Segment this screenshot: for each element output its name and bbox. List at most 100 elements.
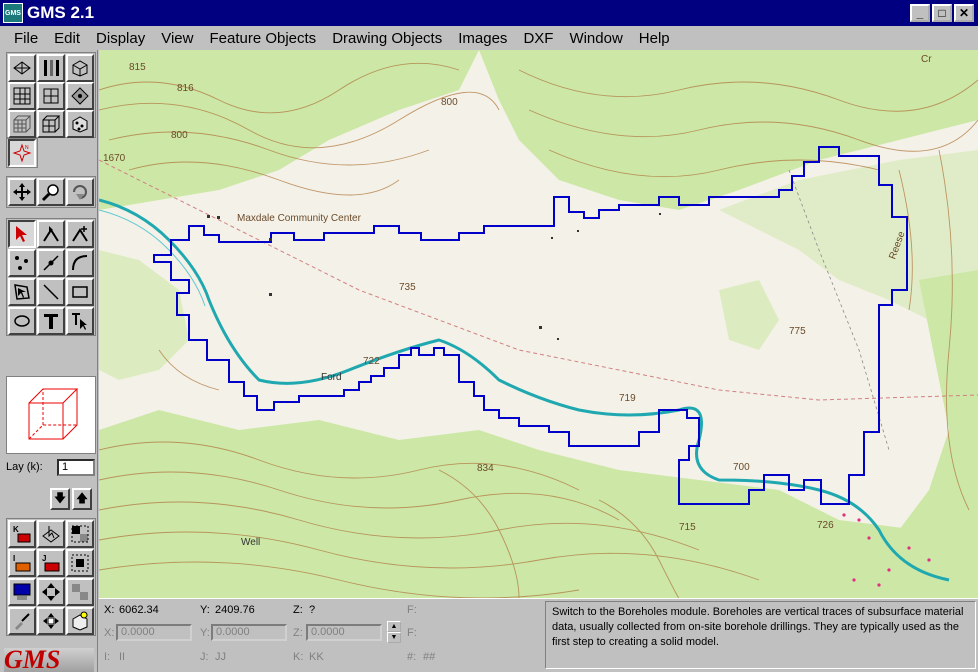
menu-display[interactable]: Display <box>88 30 153 47</box>
module-button-group <box>6 52 96 138</box>
menu-view[interactable]: View <box>153 30 201 47</box>
i-label: I: <box>104 651 111 663</box>
map-label-cr: Cr <box>921 54 932 65</box>
help-text-panel: Switch to the Boreholes module. Borehole… <box>545 601 976 669</box>
menu-dxf[interactable]: DXF <box>515 30 561 47</box>
move-four-way-icon[interactable] <box>37 607 65 635</box>
y-input[interactable]: 0.0000 <box>211 624 287 641</box>
coordinate-panel: X: 6062.34 Y: 2409.76 Z: ? F: X: 0.0000 … <box>99 599 544 672</box>
create-arc-icon[interactable] <box>66 220 94 248</box>
zoom-icon[interactable] <box>37 178 65 206</box>
layer-up-button[interactable]: 🡅 <box>72 488 92 510</box>
3d-grid-module-icon[interactable] <box>37 110 65 138</box>
maximize-button[interactable]: □ <box>932 4 952 22</box>
select-columns-icon[interactable] <box>66 549 94 577</box>
select-cell-block-icon[interactable] <box>66 520 94 548</box>
line-tool-icon[interactable] <box>37 278 65 306</box>
svg-text:I: I <box>13 554 15 563</box>
y-coord-label: Y: <box>200 604 210 616</box>
k-value: KK <box>309 651 324 663</box>
grid-tools-group: K I J <box>6 518 96 636</box>
map-label-community-center: Maxdale Community Center <box>237 213 361 224</box>
spin-up-icon[interactable]: ▲ <box>387 621 401 632</box>
x-input[interactable]: 0.0000 <box>116 624 192 641</box>
map-label-726: 726 <box>817 520 834 531</box>
menu-images[interactable]: Images <box>450 30 515 47</box>
map-label-800a: 800 <box>171 130 188 141</box>
select-grid-cells-icon[interactable] <box>37 520 65 548</box>
2d-scatter-module-icon[interactable] <box>66 82 94 110</box>
z-input-label: Z: <box>293 627 303 639</box>
window-controls: _ □ ✕ <box>910 4 974 22</box>
i-layer-icon[interactable]: I <box>8 549 36 577</box>
polygon-select-icon[interactable] <box>8 278 36 306</box>
pan-icon[interactable] <box>8 178 36 206</box>
rectangle-tool-icon[interactable] <box>66 278 94 306</box>
text-select-icon[interactable] <box>66 307 94 335</box>
menu-file[interactable]: File <box>6 30 46 47</box>
text-tool-icon[interactable] <box>37 307 65 335</box>
solid-module-icon[interactable] <box>66 54 94 82</box>
map-label-719: 719 <box>619 393 636 404</box>
i-value: II <box>119 651 126 663</box>
borehole-module-icon[interactable] <box>37 54 65 82</box>
minimize-button[interactable]: _ <box>910 4 930 22</box>
count-label: #: <box>407 651 417 663</box>
svg-text:J: J <box>42 554 46 563</box>
layer-label: Lay (k): <box>6 461 43 473</box>
j-layer-icon[interactable]: J <box>37 549 65 577</box>
z-coord-value: ? <box>309 604 316 616</box>
k-layer-icon[interactable]: K <box>8 520 36 548</box>
svg-text:N: N <box>25 145 29 151</box>
map-label-715: 715 <box>679 522 696 533</box>
svg-text:K: K <box>13 525 19 534</box>
menu-feature-objects[interactable]: Feature Objects <box>201 30 324 47</box>
move-arrows-icon[interactable] <box>37 578 65 606</box>
3d-mesh-module-icon[interactable] <box>8 110 36 138</box>
cell-pattern-icon[interactable] <box>66 578 94 606</box>
map-view[interactable]: Maxdale Community Center 1670 815 816 80… <box>99 50 978 598</box>
oval-tool-icon[interactable] <box>8 307 36 335</box>
map-module-group: N <box>6 138 38 168</box>
map-label-well: Well <box>241 537 261 548</box>
x-coord-label: X: <box>104 604 115 616</box>
rotate-icon[interactable] <box>66 178 94 206</box>
gms-app-icon[interactable]: GMS <box>3 3 23 23</box>
topo-map[interactable] <box>99 50 978 598</box>
map-label-775: 775 <box>789 326 806 337</box>
map-label-700: 700 <box>733 462 750 473</box>
map-module-icon[interactable]: N <box>8 139 36 167</box>
light-cube-icon[interactable] <box>66 607 94 635</box>
close-button[interactable]: ✕ <box>954 4 974 22</box>
tin-module-icon[interactable] <box>8 54 36 82</box>
map-label-834: 834 <box>477 463 494 474</box>
2d-mesh-module-icon[interactable] <box>8 82 36 110</box>
2d-grid-module-icon[interactable] <box>37 82 65 110</box>
k-label: K: <box>293 651 304 663</box>
map-label-815: 815 <box>129 62 146 73</box>
z-spinner[interactable]: ▲ ▼ <box>387 621 401 643</box>
layer-down-button[interactable]: 🡇 <box>50 488 70 510</box>
f-input-label: F: <box>407 627 417 639</box>
y-coord-value: 2409.76 <box>215 604 255 616</box>
vertex-icon[interactable] <box>37 249 65 277</box>
spin-down-icon[interactable]: ▼ <box>387 632 401 643</box>
x-input-label: X: <box>104 627 115 639</box>
layer-input[interactable]: 1 <box>57 459 95 476</box>
j-value: JJ <box>215 651 226 663</box>
3d-scatter-module-icon[interactable] <box>66 110 94 138</box>
menu-drawing-objects[interactable]: Drawing Objects <box>324 30 450 47</box>
menu-window[interactable]: Window <box>561 30 630 47</box>
select-arc-icon[interactable] <box>37 220 65 248</box>
computer-icon[interactable] <box>8 578 36 606</box>
arc-curve-icon[interactable] <box>66 249 94 277</box>
menu-help[interactable]: Help <box>631 30 678 47</box>
view-orientation-cube <box>6 376 96 454</box>
f-label: F: <box>407 604 417 616</box>
brush-icon[interactable] <box>8 607 36 635</box>
points-icon[interactable] <box>8 249 36 277</box>
select-arrow-icon[interactable] <box>8 220 36 248</box>
menu-edit[interactable]: Edit <box>46 30 88 47</box>
z-input[interactable]: 0.0000 <box>306 624 382 641</box>
gms-logo: GMS <box>4 648 94 672</box>
